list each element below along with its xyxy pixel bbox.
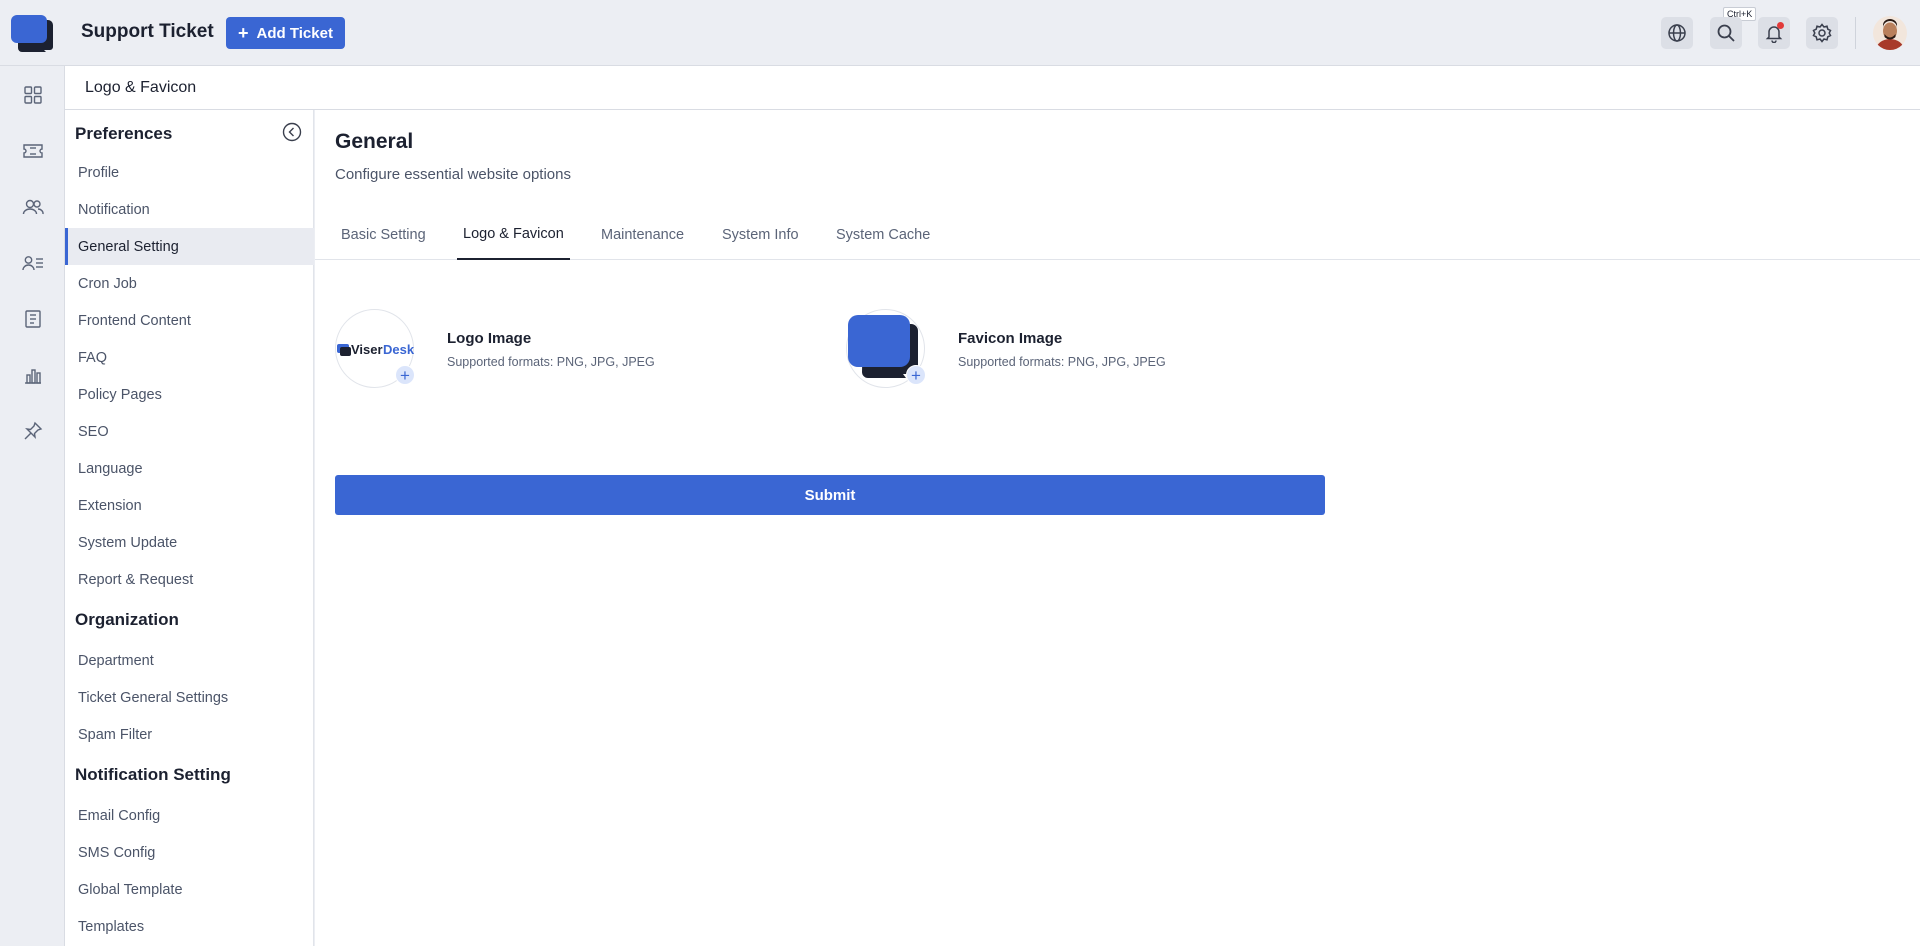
- section-heading-notification-setting: Notification Setting: [75, 765, 231, 784]
- favicon-image-preview[interactable]: +: [846, 309, 926, 388]
- logo-image-preview[interactable]: Viser Desk +: [335, 309, 415, 388]
- settings-sidebar: Preferences Profile Notification General…: [65, 110, 314, 946]
- upload-favicon-plus-icon[interactable]: +: [906, 365, 926, 385]
- user-avatar[interactable]: [1873, 16, 1907, 50]
- favicon-image-formats: Supported formats: PNG, JPG, JPEG: [958, 355, 1166, 369]
- page-title: General: [335, 130, 414, 153]
- logo-image-formats: Supported formats: PNG, JPG, JPEG: [447, 355, 655, 369]
- sidebar-item-sms-config[interactable]: SMS Config: [65, 834, 314, 871]
- sidebar-item-faq[interactable]: FAQ: [65, 339, 314, 376]
- sidebar-item-department[interactable]: Department: [65, 642, 314, 679]
- main-content: General Configure essential website opti…: [315, 110, 1920, 946]
- sidebar-item-language[interactable]: Language: [65, 450, 314, 487]
- add-ticket-label: Add Ticket: [256, 24, 333, 42]
- tab-logo-favicon[interactable]: Logo & Favicon: [457, 210, 570, 260]
- notification-dot: [1777, 22, 1784, 29]
- sidebar-item-notification[interactable]: Notification: [65, 191, 314, 228]
- breadcrumb: Logo & Favicon: [85, 79, 197, 96]
- logo-image-title: Logo Image: [447, 330, 532, 347]
- collapse-sidebar-icon[interactable]: [282, 122, 302, 142]
- sidebar-item-seo[interactable]: SEO: [65, 413, 314, 450]
- app-logo-icon[interactable]: [10, 14, 54, 52]
- breadcrumb-bar: Logo & Favicon: [65, 66, 1920, 110]
- top-bar: Support Ticket + Add Ticket Ctrl+K: [0, 0, 1920, 66]
- add-ticket-button[interactable]: + Add Ticket: [226, 17, 345, 49]
- topbar-divider: [1855, 17, 1856, 49]
- search-icon[interactable]: [1710, 17, 1742, 49]
- sidebar-item-frontend-content[interactable]: Frontend Content: [65, 302, 314, 339]
- sidebar-item-spam-filter[interactable]: Spam Filter: [65, 716, 314, 753]
- sidebar-item-policy-pages[interactable]: Policy Pages: [65, 376, 314, 413]
- app-title: Support Ticket: [81, 21, 214, 42]
- plus-icon: +: [238, 23, 249, 43]
- submit-button[interactable]: Submit: [335, 475, 1325, 515]
- sidebar-item-global-template[interactable]: Global Template: [65, 871, 314, 908]
- tab-maintenance[interactable]: Maintenance: [601, 210, 684, 260]
- left-rail: [0, 66, 65, 946]
- logo-brand-text-1: Viser: [351, 342, 383, 357]
- ticket-icon[interactable]: [21, 139, 45, 163]
- sidebar-item-ticket-general-settings[interactable]: Ticket General Settings: [65, 679, 314, 716]
- sidebar-item-templates[interactable]: Templates: [65, 908, 314, 945]
- section-heading-organization: Organization: [75, 610, 179, 629]
- user-list-icon[interactable]: [21, 251, 45, 275]
- sidebar-item-report-request[interactable]: Report & Request: [65, 561, 314, 598]
- document-icon[interactable]: [21, 307, 45, 331]
- gear-icon[interactable]: [1806, 17, 1838, 49]
- tab-system-cache[interactable]: System Cache: [836, 210, 930, 260]
- sidebar-item-general-setting[interactable]: General Setting: [65, 228, 314, 265]
- page-subtitle: Configure essential website options: [335, 166, 571, 183]
- tab-system-info[interactable]: System Info: [722, 210, 799, 260]
- sidebar-item-cron-job[interactable]: Cron Job: [65, 265, 314, 302]
- bell-icon[interactable]: [1758, 17, 1790, 49]
- sidebar-item-extension[interactable]: Extension: [65, 487, 314, 524]
- sidebar-item-email-config[interactable]: Email Config: [65, 797, 314, 834]
- users-icon[interactable]: [21, 195, 45, 219]
- sidebar-item-profile[interactable]: Profile: [65, 154, 314, 191]
- favicon-image-title: Favicon Image: [958, 330, 1063, 347]
- upload-logo-plus-icon[interactable]: +: [395, 365, 415, 385]
- settings-tabs: Basic Setting Logo & Favicon Maintenance…: [315, 210, 1920, 260]
- chart-icon[interactable]: [21, 363, 45, 387]
- tab-basic-setting[interactable]: Basic Setting: [341, 210, 426, 260]
- section-heading-preferences: Preferences: [75, 124, 173, 143]
- globe-icon[interactable]: [1661, 17, 1693, 49]
- dashboard-icon[interactable]: [21, 83, 45, 107]
- sidebar-item-system-update[interactable]: System Update: [65, 524, 314, 561]
- pin-icon[interactable]: [21, 419, 45, 443]
- logo-brand-text-2: Desk: [383, 342, 415, 357]
